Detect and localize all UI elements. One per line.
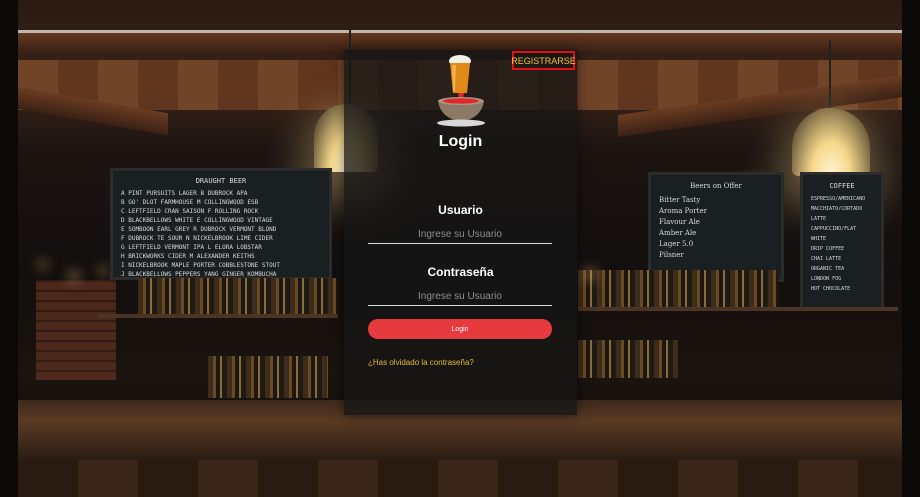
board-line: DRIP COFFEE xyxy=(811,246,845,252)
board-line: ORGANIC TEA xyxy=(811,266,845,272)
board-line: C LEFTFIELD CRAN SAISON F ROLLING ROCK xyxy=(121,208,259,215)
board-line: HOT CHOCOLATE xyxy=(811,286,851,292)
board-line: LATTE xyxy=(811,216,827,222)
light-glow xyxy=(583,268,597,280)
pendant-lamp-right xyxy=(792,108,870,176)
offer-board: Beers on Offer Bitter Tasty Aroma Porter… xyxy=(648,172,784,282)
password-input[interactable] xyxy=(368,288,552,306)
light-glow xyxy=(98,266,108,276)
board-line: F DUBROCK TE SOUR N NICKELBROOK LIME CID… xyxy=(121,235,273,242)
shelf xyxy=(98,314,338,318)
username-label: Usuario xyxy=(438,203,483,217)
bottle-shelf xyxy=(138,278,338,316)
board-line: G LEFTFIELD VERMONT IPA L ELORA LOBSTAR xyxy=(121,244,262,251)
bottle-shelf xyxy=(578,340,678,378)
beer-mug-icon xyxy=(437,55,485,127)
beer-menu-board: DRAUGHT BEER A PINT PURSUITS LAGER B DUB… xyxy=(110,168,332,280)
shelf xyxy=(578,307,898,311)
lamp-cord xyxy=(829,40,831,110)
board-line: LONDON FOG xyxy=(811,276,842,282)
board-line: ESPRESSO/AMERICANO xyxy=(811,196,866,202)
board-line: Bitter Tasty xyxy=(659,196,701,204)
board-line: Lager 5.0 xyxy=(659,240,694,248)
board-line: MACCHIATO/CORTADO xyxy=(811,206,863,212)
board-title: DRAUGHT BEER xyxy=(195,177,247,185)
coffee-board: COFFEE ESPRESSO/AMERICANO MACCHIATO/CORT… xyxy=(800,172,884,310)
board-line: A PINT PURSUITS LAGER B DUBROCK APA xyxy=(121,190,248,197)
board-title: COFFEE xyxy=(829,182,855,190)
ceiling-beam xyxy=(18,30,902,52)
page-title: Login xyxy=(438,133,483,150)
board-line: Flavour Ale xyxy=(659,218,700,226)
board-line: B GO' DLOT FARMHOUSE M COLLINGWOOD ESB xyxy=(121,199,259,206)
board-line: E SOMBOON EARL GREY R DUBROCK VERMONT BL… xyxy=(121,226,277,233)
board-line: CAPPUCCINO/FLAT WHITE xyxy=(811,226,857,242)
password-label: Contraseña xyxy=(427,265,494,279)
board-title: Beers on Offer xyxy=(690,182,742,190)
brick-wall xyxy=(36,280,116,380)
login-button[interactable]: Login xyxy=(368,319,552,339)
bottle-shelf xyxy=(578,270,778,308)
bottle-shelf xyxy=(208,356,328,398)
username-input[interactable] xyxy=(368,226,552,244)
register-button-label: REGISTRARSE xyxy=(511,55,576,66)
register-button[interactable]: REGISTRARSE xyxy=(511,51,576,70)
board-line: Aroma Porter xyxy=(659,207,707,215)
light-glow xyxy=(68,270,80,282)
board-line: CHAI LATTE xyxy=(811,256,842,262)
pipe xyxy=(18,30,902,33)
board-line: I NICKELBROOK MAPLE PORTER COBBLESTONE S… xyxy=(121,262,280,269)
board-line: D BLACKBELLOWS WHITE E COLLINGWOOD VINTA… xyxy=(121,217,273,224)
board-line: H BRICKWORKS CIDER M ALEXANDER KEITHS xyxy=(121,253,255,260)
board-line: Amber Ale xyxy=(659,229,697,237)
board-line: Pilsner xyxy=(659,251,684,259)
light-glow xyxy=(38,260,48,270)
forgot-password-link[interactable]: ¿Has olvidado la contraseña? xyxy=(368,358,474,367)
bar-counter-front xyxy=(18,460,902,497)
